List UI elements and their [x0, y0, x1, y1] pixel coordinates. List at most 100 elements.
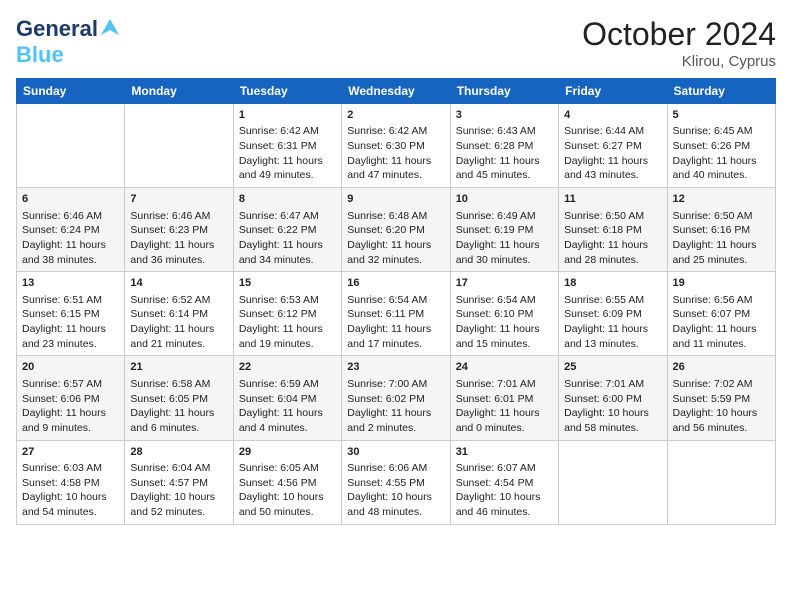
sunrise-text: Sunrise: 6:51 AM	[22, 294, 102, 306]
week-row-4: 20Sunrise: 6:57 AMSunset: 6:06 PMDayligh…	[17, 356, 776, 440]
weekday-wednesday: Wednesday	[342, 79, 450, 104]
daylight-text: Daylight: 11 hours and 15 minutes.	[456, 323, 540, 350]
day-number: 10	[456, 192, 553, 207]
calendar-cell: 26Sunrise: 7:02 AMSunset: 5:59 PMDayligh…	[667, 356, 775, 440]
week-row-2: 6Sunrise: 6:46 AMSunset: 6:24 PMDaylight…	[17, 188, 776, 272]
day-number: 24	[456, 360, 553, 375]
day-number: 22	[239, 360, 336, 375]
daylight-text: Daylight: 10 hours and 54 minutes.	[22, 491, 107, 518]
sunrise-text: Sunrise: 6:06 AM	[347, 462, 427, 474]
day-number: 30	[347, 445, 444, 460]
sunrise-text: Sunrise: 6:50 AM	[673, 210, 753, 222]
sunset-text: Sunset: 6:04 PM	[239, 393, 317, 405]
daylight-text: Daylight: 11 hours and 4 minutes.	[239, 407, 323, 434]
weekday-sunday: Sunday	[17, 79, 125, 104]
calendar-cell: 25 Sunrise: 7:01 AM Sunset: 6:00 PM Dayligh…	[559, 356, 667, 440]
sunrise-text: Sunrise: 6:56 AM	[673, 294, 753, 306]
calendar-cell: 2Sunrise: 6:42 AMSunset: 6:30 PMDaylight…	[342, 104, 450, 188]
calendar-cell	[559, 440, 667, 524]
day-number: 13	[22, 276, 119, 291]
sunrise-text: Sunrise: 6:04 AM	[130, 462, 210, 474]
sunrise-text: Sunrise: 6:50 AM	[564, 210, 644, 222]
sunset-text: Sunset: 4:57 PM	[130, 477, 208, 489]
page: General Blue October 2024 Klirou, Cyprus…	[0, 0, 792, 612]
day-number: 29	[239, 445, 336, 460]
sunset-text: Sunset: 6:15 PM	[22, 308, 100, 320]
calendar-cell: 11Sunrise: 6:50 AMSunset: 6:18 PMDayligh…	[559, 188, 667, 272]
sunrise-text: Sunrise: 6:05 AM	[239, 462, 319, 474]
sunrise-text: Sunrise: 6:07 AM	[456, 462, 536, 474]
sunrise-text: Sunrise: 7:02 AM	[673, 378, 753, 390]
day-number: 12	[673, 192, 770, 207]
sunrise-text: Sunrise: 6:46 AM	[130, 210, 210, 222]
sunrise-text: Sunrise: 6:42 AM	[239, 125, 319, 137]
daylight-text: Daylight: 11 hours and 43 minutes.	[564, 155, 648, 182]
day-number: 11	[564, 192, 661, 207]
day-number: 14	[130, 276, 227, 291]
sunrise-text: Sunrise: 6:54 AM	[456, 294, 536, 306]
sunset-text: Sunset: 4:56 PM	[239, 477, 317, 489]
day-number: 23	[347, 360, 444, 375]
daylight-text: Daylight: 11 hours and 30 minutes.	[456, 239, 540, 266]
logo-general: General	[16, 16, 98, 42]
sunset-text: Sunset: 6:00 PM	[564, 393, 642, 405]
daylight-text: Daylight: 11 hours and 38 minutes.	[22, 239, 106, 266]
calendar-cell: 7Sunrise: 6:46 AMSunset: 6:23 PMDaylight…	[125, 188, 233, 272]
calendar-cell: 19Sunrise: 6:56 AMSunset: 6:07 PMDayligh…	[667, 272, 775, 356]
sunrise-text: Sunrise: 6:43 AM	[456, 125, 536, 137]
sunset-text: Sunset: 4:54 PM	[456, 477, 534, 489]
day-number: 2	[347, 108, 444, 123]
sunset-text: Sunset: 4:55 PM	[347, 477, 425, 489]
calendar-cell: 27Sunrise: 6:03 AMSunset: 4:58 PMDayligh…	[17, 440, 125, 524]
sunrise-text: Sunrise: 6:48 AM	[347, 210, 427, 222]
weekday-thursday: Thursday	[450, 79, 558, 104]
sunrise-text: Sunrise: 6:03 AM	[22, 462, 102, 474]
sunrise-text: Sunrise: 6:42 AM	[347, 125, 427, 137]
daylight-text: Daylight: 11 hours and 32 minutes.	[347, 239, 431, 266]
calendar-cell: 5Sunrise: 6:45 AMSunset: 6:26 PMDaylight…	[667, 104, 775, 188]
header: General Blue October 2024 Klirou, Cyprus	[16, 16, 776, 70]
day-number: 27	[22, 445, 119, 460]
daylight-text: Daylight: 11 hours and 45 minutes.	[456, 155, 540, 182]
daylight-text: Daylight: 10 hours and 46 minutes.	[456, 491, 541, 518]
sunset-text: Sunset: 6:01 PM	[456, 393, 534, 405]
sunrise-text: Sunrise: 7:00 AM	[347, 378, 427, 390]
calendar-cell: 13Sunrise: 6:51 AMSunset: 6:15 PMDayligh…	[17, 272, 125, 356]
sunrise-text: Sunrise: 6:49 AM	[456, 210, 536, 222]
calendar-cell: 18Sunrise: 6:55 AMSunset: 6:09 PMDayligh…	[559, 272, 667, 356]
weekday-header-row: SundayMondayTuesdayWednesdayThursdayFrid…	[17, 79, 776, 104]
daylight-text: Daylight: 10 hours and 58 minutes.	[564, 407, 649, 434]
calendar-cell: 30Sunrise: 6:06 AMSunset: 4:55 PMDayligh…	[342, 440, 450, 524]
weekday-monday: Monday	[125, 79, 233, 104]
daylight-text: Daylight: 11 hours and 6 minutes.	[130, 407, 214, 434]
day-number: 7	[130, 192, 227, 207]
week-row-5: 27Sunrise: 6:03 AMSunset: 4:58 PMDayligh…	[17, 440, 776, 524]
calendar-cell: 17Sunrise: 6:54 AMSunset: 6:10 PMDayligh…	[450, 272, 558, 356]
calendar-cell: 3Sunrise: 6:43 AMSunset: 6:28 PMDaylight…	[450, 104, 558, 188]
sunset-text: Sunset: 6:18 PM	[564, 224, 642, 236]
calendar-cell: 8Sunrise: 6:47 AMSunset: 6:22 PMDaylight…	[233, 188, 341, 272]
calendar-cell: 24Sunrise: 7:01 AMSunset: 6:01 PMDayligh…	[450, 356, 558, 440]
month-title: October 2024	[582, 16, 776, 53]
daylight-text: Daylight: 10 hours and 56 minutes.	[673, 407, 758, 434]
sunset-text: Sunset: 6:26 PM	[673, 140, 751, 152]
calendar-cell	[667, 440, 775, 524]
calendar-cell: 10Sunrise: 6:49 AMSunset: 6:19 PMDayligh…	[450, 188, 558, 272]
sunrise-text: Sunrise: 6:54 AM	[347, 294, 427, 306]
calendar-cell: 31Sunrise: 6:07 AMSunset: 4:54 PMDayligh…	[450, 440, 558, 524]
logo: General Blue	[16, 16, 121, 68]
title-block: October 2024 Klirou, Cyprus	[582, 16, 776, 70]
day-number: 26	[673, 360, 770, 375]
sunrise-text: Sunrise: 6:52 AM	[130, 294, 210, 306]
day-number: 25	[564, 360, 661, 375]
day-number: 5	[673, 108, 770, 123]
weekday-friday: Friday	[559, 79, 667, 104]
sunset-text: Sunset: 6:12 PM	[239, 308, 317, 320]
sunrise-text: Sunrise: 7:01 AM	[564, 378, 644, 390]
sunrise-text: Sunrise: 6:44 AM	[564, 125, 644, 137]
daylight-text: Daylight: 10 hours and 52 minutes.	[130, 491, 215, 518]
sunrise-text: Sunrise: 6:59 AM	[239, 378, 319, 390]
sunset-text: Sunset: 6:23 PM	[130, 224, 208, 236]
daylight-text: Daylight: 11 hours and 19 minutes.	[239, 323, 323, 350]
day-number: 6	[22, 192, 119, 207]
